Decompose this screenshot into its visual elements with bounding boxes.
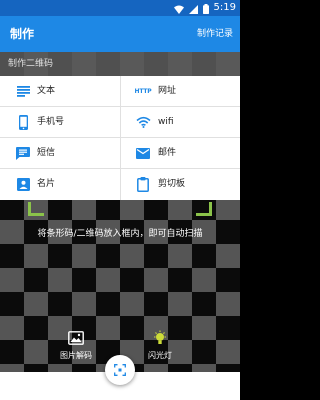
contact-card-icon	[15, 176, 31, 192]
status-bar: 5:19	[0, 0, 240, 16]
app-bar: 制作 制作记录	[0, 16, 240, 52]
menu-item-business-card[interactable]: 名片	[0, 169, 119, 199]
status-time: 5:19	[213, 2, 236, 13]
qr-type-grid: 文本 HTTP 网址 手机号 wifi 短信 邮件 名片 剪切板	[0, 76, 240, 200]
menu-item-url[interactable]: HTTP 网址	[121, 76, 240, 106]
menu-item-clipboard[interactable]: 剪切板	[121, 169, 240, 199]
image-icon	[68, 330, 84, 346]
section-title: 制作二维码	[8, 59, 54, 69]
section-header: 制作二维码	[0, 52, 240, 76]
clipboard-icon	[135, 176, 151, 192]
menu-item-wifi[interactable]: wifi	[121, 107, 240, 137]
menu-item-label: 邮件	[158, 148, 177, 158]
menu-item-sms[interactable]: 短信	[0, 138, 119, 168]
menu-item-email[interactable]: 邮件	[121, 138, 240, 168]
flashlight-label: 闪光灯	[148, 351, 172, 360]
menu-item-label: 名片	[37, 179, 56, 189]
menu-item-label: 短信	[37, 148, 56, 158]
page-title: 制作	[10, 27, 35, 41]
http-icon: HTTP	[134, 83, 152, 99]
menu-item-label: 网址	[158, 86, 177, 96]
status-icons: 5:19	[173, 0, 236, 18]
scan-frame-corner	[196, 202, 212, 216]
wifi-icon	[135, 114, 151, 130]
lightbulb-icon	[152, 330, 168, 346]
menu-item-label: 文本	[37, 86, 56, 96]
sms-icon	[15, 145, 31, 161]
flashlight-button[interactable]: 闪光灯	[130, 330, 190, 364]
scan-hint: 将条形码/二维码放入框内，即可自动扫描	[37, 229, 203, 239]
menu-item-label: 剪切板	[158, 179, 186, 189]
battery-icon	[202, 0, 209, 18]
text-lines-icon	[15, 83, 31, 99]
email-icon	[135, 145, 151, 161]
scan-frame-corner	[28, 202, 44, 216]
wifi-status-icon	[173, 0, 184, 18]
history-button[interactable]: 制作记录	[197, 16, 233, 52]
menu-item-label: 手机号	[37, 117, 65, 127]
scan-icon	[114, 361, 126, 380]
signal-icon	[188, 0, 198, 18]
scan-fab-button[interactable]	[105, 355, 135, 385]
decode-image-label: 图片解码	[60, 351, 92, 360]
phone-icon	[15, 114, 31, 130]
menu-item-phone[interactable]: 手机号	[0, 107, 119, 137]
decode-image-button[interactable]: 图片解码	[46, 330, 106, 364]
menu-item-label: wifi	[158, 117, 174, 127]
http-icon-text: HTTP	[134, 87, 152, 95]
menu-item-text[interactable]: 文本	[0, 76, 119, 106]
